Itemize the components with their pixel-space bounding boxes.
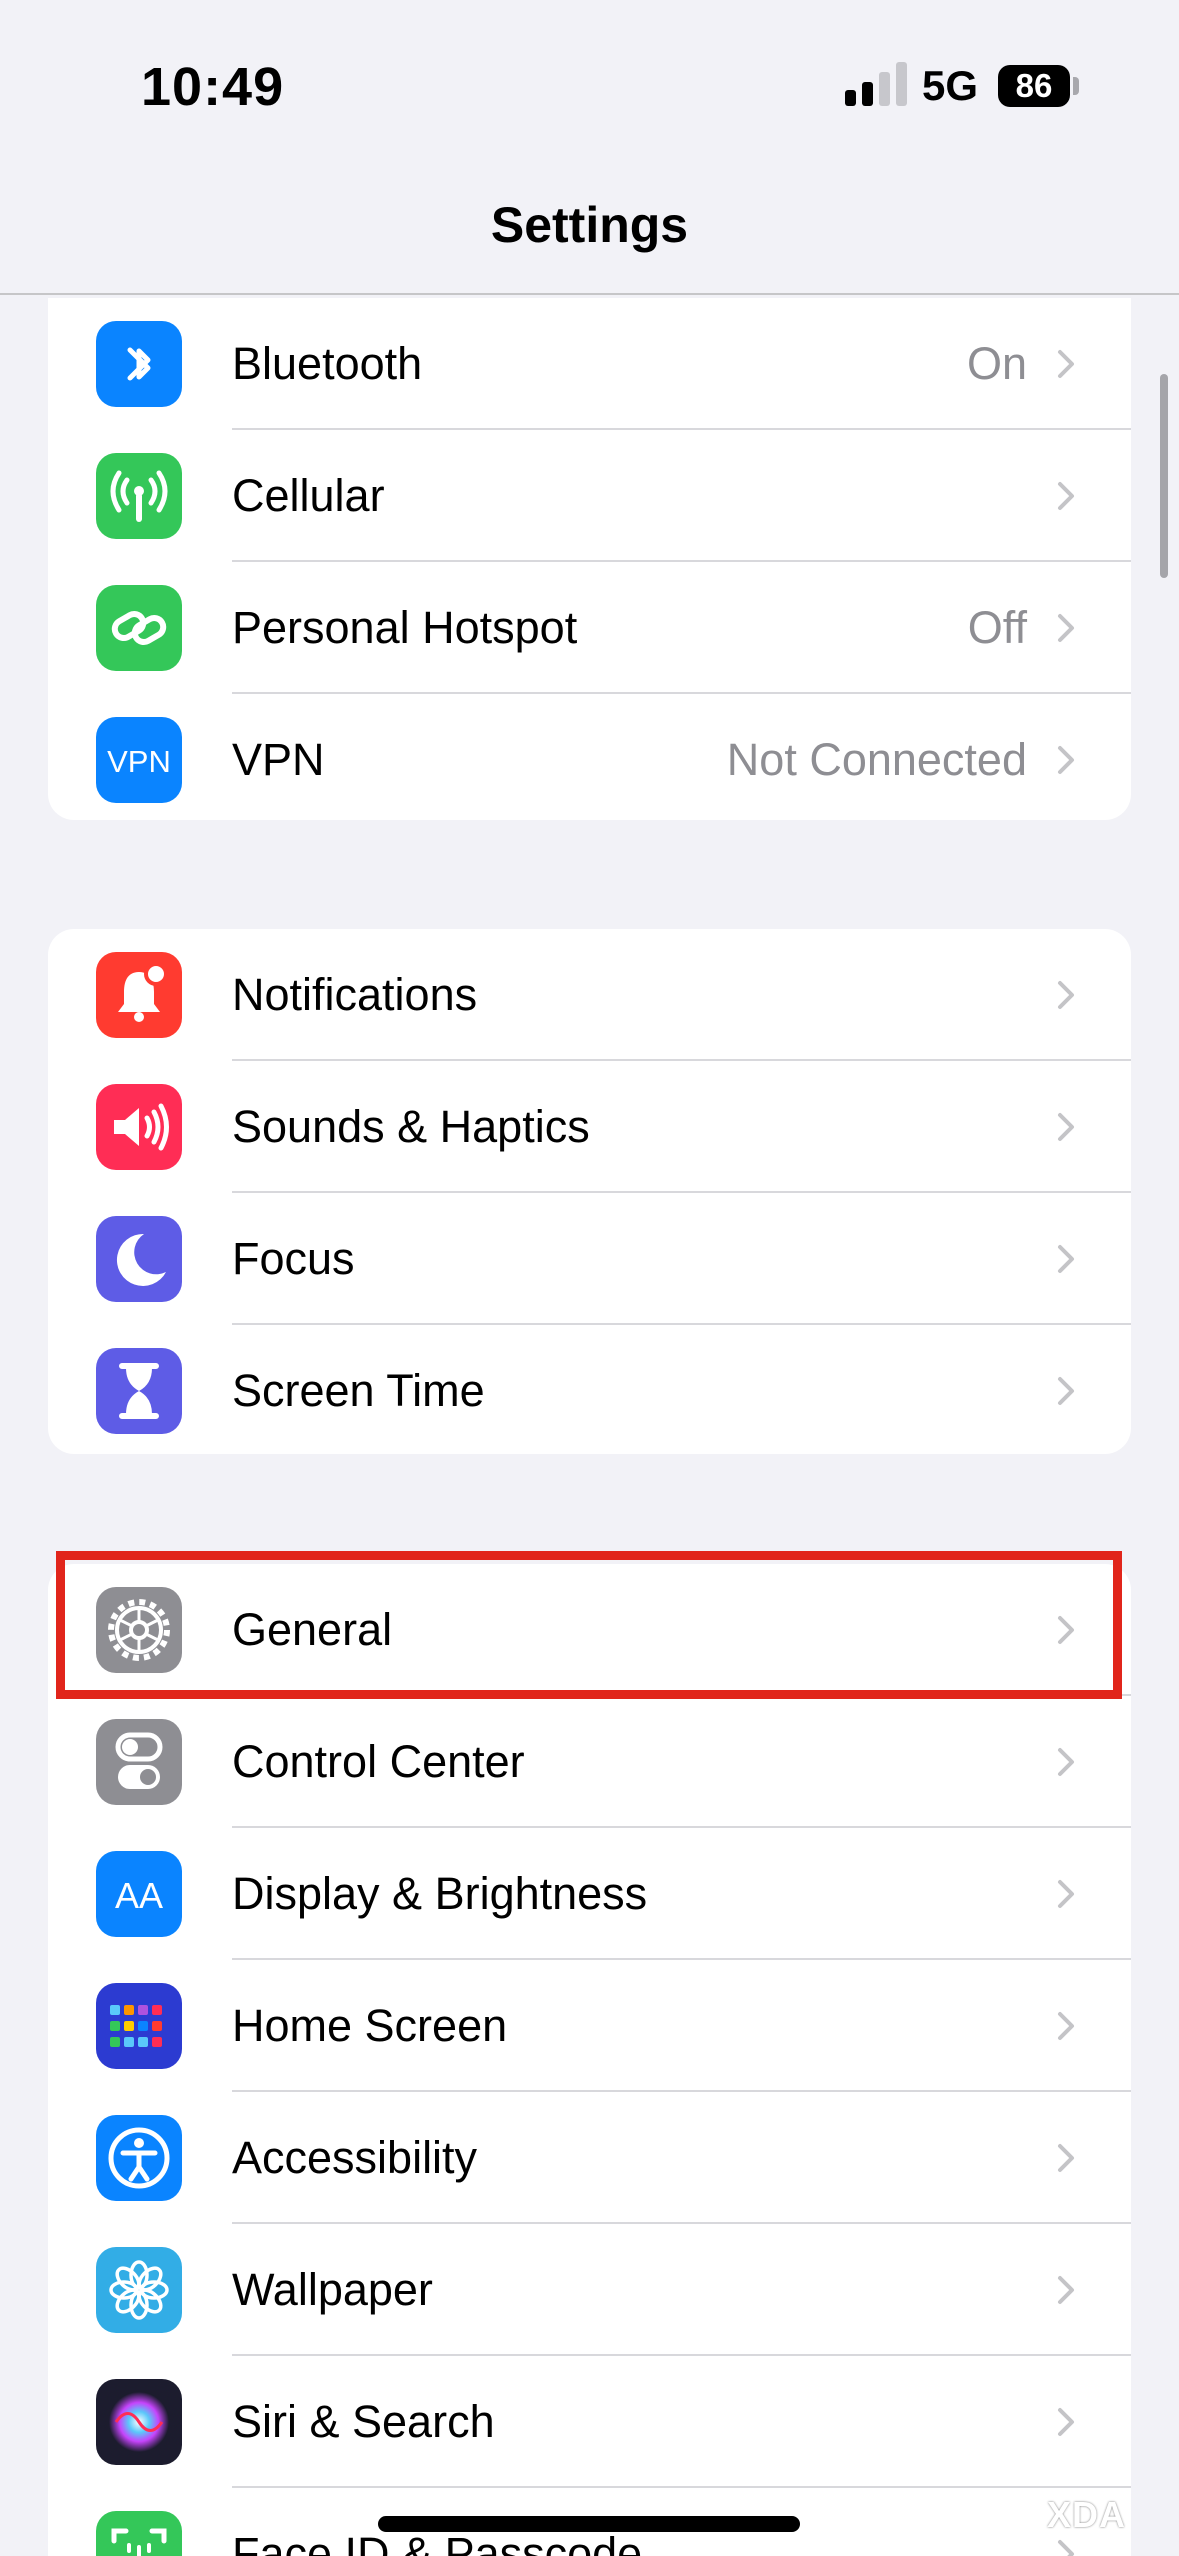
svg-text:VPN: VPN — [107, 744, 171, 779]
chevron-right-icon — [1049, 2009, 1083, 2043]
chevron-right-icon — [1049, 1877, 1083, 1911]
settings-row-notifications[interactable]: Notifications — [48, 929, 1131, 1061]
antenna-icon — [96, 453, 182, 539]
face-id-icon — [96, 2511, 182, 2556]
chevron-right-icon — [1049, 1374, 1083, 1408]
settings-row-accessibility[interactable]: Accessibility — [48, 2092, 1131, 2224]
moon-icon — [96, 1216, 182, 1302]
status-bar: 10:49 5G 86 — [0, 0, 1179, 150]
app-grid-icon — [96, 1983, 182, 2069]
bluetooth-icon — [96, 321, 182, 407]
chevron-right-icon — [1049, 1745, 1083, 1779]
toggles-icon — [96, 1719, 182, 1805]
hourglass-icon — [96, 1348, 182, 1434]
bell-icon — [96, 952, 182, 1038]
chevron-right-icon — [1049, 2537, 1083, 2556]
settings-row-focus[interactable]: Focus — [48, 1193, 1131, 1325]
settings-row-label: Wallpaper — [232, 2264, 433, 2315]
settings-row-bluetooth[interactable]: Bluetooth On — [48, 298, 1131, 430]
text-size-icon: AA — [96, 1851, 182, 1937]
settings-row-label: Siri & Search — [232, 2396, 495, 2447]
settings-row-label: Cellular — [232, 470, 385, 521]
settings-row-label: Home Screen — [232, 2000, 508, 2051]
settings-row-display-and-brightness[interactable]: AA Display & Brightness — [48, 1828, 1131, 1960]
settings-row-screen-time[interactable]: Screen Time — [48, 1325, 1131, 1454]
settings-row-value: Off — [967, 602, 1027, 653]
settings-row-siri-and-search[interactable]: Siri & Search — [48, 2356, 1131, 2488]
flower-icon — [96, 2247, 182, 2333]
settings-row-control-center[interactable]: Control Center — [48, 1696, 1131, 1828]
battery-icon: 86 — [998, 65, 1070, 107]
cellular-signal-icon — [845, 62, 907, 106]
settings-row-label: Notifications — [232, 969, 478, 1020]
svg-text:AA: AA — [115, 1875, 163, 1916]
scroll-indicator[interactable] — [1160, 374, 1168, 578]
accessibility-icon — [96, 2115, 182, 2201]
settings-row-home-screen[interactable]: Home Screen — [48, 1960, 1131, 2092]
page-title: Settings — [490, 197, 689, 253]
settings-row-value: Not Connected — [726, 734, 1027, 785]
settings-row-value: On — [966, 338, 1027, 389]
settings-row-label: Display & Brightness — [232, 1868, 648, 1919]
settings-screen: 10:49 5G 86 Settings Bluetooth On Cellular… — [0, 0, 1179, 2556]
chevron-right-icon — [1049, 743, 1083, 777]
chevron-right-icon — [1049, 479, 1083, 513]
vpn-icon: VPN — [96, 717, 182, 803]
settings-row-label: Personal Hotspot — [232, 602, 578, 653]
speaker-icon — [96, 1084, 182, 1170]
general-highlight-box — [56, 1551, 1122, 1699]
settings-row-label: Bluetooth — [232, 338, 423, 389]
settings-row-label: Screen Time — [232, 1365, 485, 1416]
chevron-right-icon — [1049, 347, 1083, 381]
chevron-right-icon — [1049, 611, 1083, 645]
chevron-right-icon — [1049, 2141, 1083, 2175]
network-type: 5G — [922, 62, 979, 109]
hotspot-link-icon — [96, 585, 182, 671]
settings-row-vpn[interactable]: VPN VPN Not Connected — [48, 694, 1131, 820]
settings-row-sounds-and-haptics[interactable]: Sounds & Haptics — [48, 1061, 1131, 1193]
settings-group-connectivity: Bluetooth On Cellular Personal Hotspot Off VP… — [48, 298, 1131, 820]
siri-icon — [96, 2379, 182, 2465]
settings-row-label: VPN — [232, 734, 325, 785]
settings-row-label: Accessibility — [232, 2132, 478, 2183]
chevron-right-icon — [1049, 1110, 1083, 1144]
settings-row-wallpaper[interactable]: Wallpaper — [48, 2224, 1131, 2356]
settings-row-label: Sounds & Haptics — [232, 1101, 590, 1152]
home-indicator[interactable] — [378, 2516, 800, 2532]
chevron-right-icon — [1049, 1242, 1083, 1276]
battery-cap — [1073, 77, 1079, 95]
settings-row-personal-hotspot[interactable]: Personal Hotspot Off — [48, 562, 1131, 694]
chevron-right-icon — [1049, 978, 1083, 1012]
chevron-right-icon — [1049, 2273, 1083, 2307]
status-time: 10:49 — [141, 57, 285, 117]
settings-row-label: Control Center — [232, 1736, 525, 1787]
settings-group-general: General Control Center AA Display & Brightn… — [48, 1564, 1131, 2556]
chevron-right-icon — [1049, 2405, 1083, 2439]
settings-row-label: Focus — [232, 1233, 355, 1284]
settings-group-notifications: Notifications Sounds & Haptics Focus Screen… — [48, 929, 1131, 1454]
nav-divider — [0, 293, 1179, 295]
xda-watermark: XDA — [1047, 2494, 1127, 2535]
settings-row-cellular[interactable]: Cellular — [48, 430, 1131, 562]
